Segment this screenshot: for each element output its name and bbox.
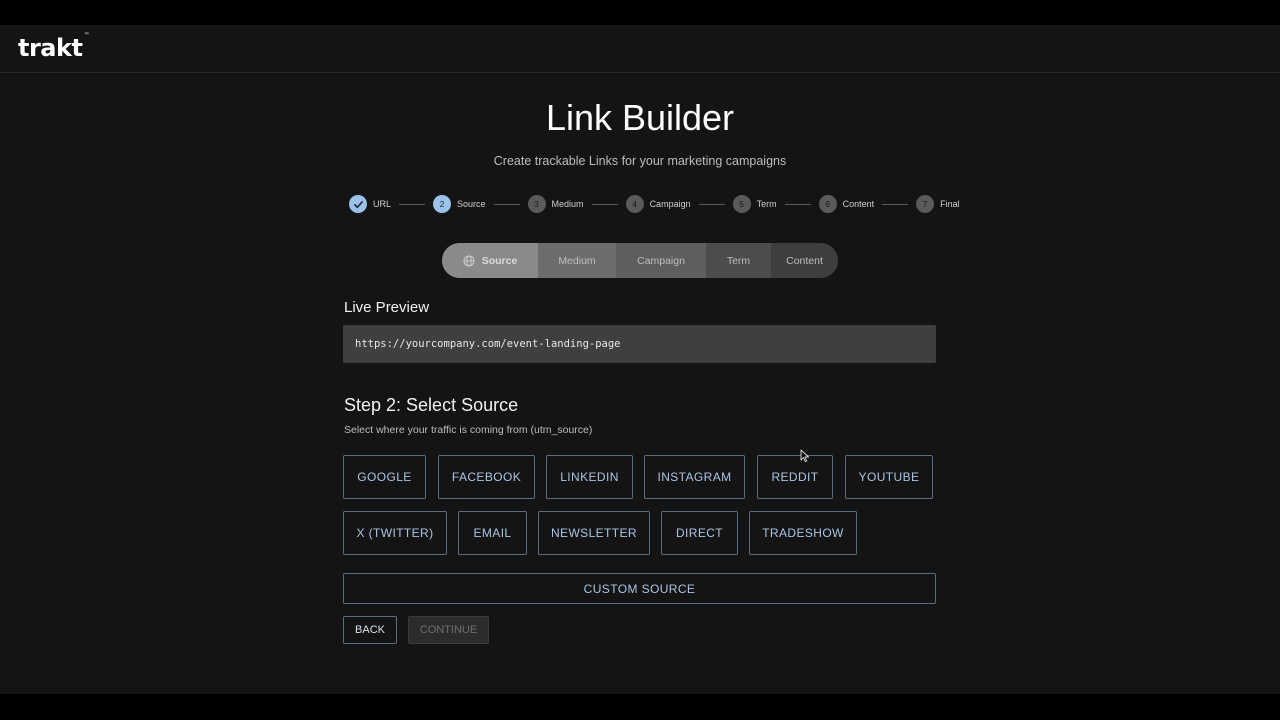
step-campaign[interactable]: 4 Campaign	[625, 195, 691, 213]
app-window: trakt™ Link Builder Create trackable Lin…	[0, 25, 1280, 694]
live-preview-url: https://yourcompany.com/event-landing-pa…	[343, 325, 936, 363]
brand-logo[interactable]: trakt™	[18, 32, 90, 62]
page-title: Link Builder	[545, 97, 735, 138]
progress-stepper: URL 2 Source 3 Medium 4 Campaign 5 Term …	[349, 195, 960, 213]
step-number: 5	[732, 195, 751, 213]
step-number: 4	[625, 195, 644, 213]
step-connector	[493, 203, 520, 205]
tab-content[interactable]: Content	[771, 243, 838, 278]
step-number: 2	[433, 195, 452, 213]
step-label: Final	[940, 199, 960, 209]
top-bar: trakt™	[0, 25, 1280, 73]
step-connector	[698, 203, 725, 205]
step-final[interactable]: 7 Final	[916, 195, 960, 213]
step-description: Select where your traffic is coming from…	[344, 424, 593, 436]
step-number: 7	[916, 195, 935, 213]
step-label: Content	[842, 199, 875, 209]
preview-url-text: https://yourcompany.com/event-landing-pa…	[355, 338, 621, 350]
tab-source[interactable]: Source	[442, 243, 538, 278]
mouse-cursor-icon	[800, 449, 810, 468]
source-option-google[interactable]: GOOGLE	[343, 455, 426, 499]
step-content[interactable]: 6 Content	[818, 195, 875, 213]
source-option-x-twitter[interactable]: X (TWITTER)	[343, 511, 447, 555]
page-subtitle: Create trackable Links for your marketin…	[493, 154, 787, 168]
step-label: Campaign	[649, 199, 691, 209]
continue-button[interactable]: CONTINUE	[408, 616, 489, 644]
source-option-newsletter[interactable]: NEWSLETTER	[538, 511, 650, 555]
step-number: 6	[818, 195, 837, 213]
tab-label: Medium	[558, 254, 596, 267]
step-medium[interactable]: 3 Medium	[527, 195, 584, 213]
tab-label: Term	[726, 254, 751, 267]
check-icon	[349, 195, 367, 213]
step-connector	[784, 203, 811, 205]
step-source[interactable]: 2 Source	[433, 195, 486, 213]
source-option-instagram[interactable]: INSTAGRAM	[644, 455, 745, 499]
source-option-tradeshow[interactable]: TRADESHOW	[749, 511, 857, 555]
step-label: Medium	[551, 199, 584, 209]
utm-tab-bar: Source Medium Campaign Term Content	[442, 243, 838, 278]
tab-label: Source	[481, 254, 518, 267]
step-label: URL	[373, 199, 392, 209]
step-label: Term	[756, 199, 777, 209]
step-connector	[591, 203, 618, 205]
live-preview-heading: Live Preview	[344, 299, 430, 316]
step-connector	[882, 203, 909, 205]
tab-label: Content	[786, 254, 823, 267]
globe-icon	[463, 255, 475, 267]
source-option-email[interactable]: EMAIL	[458, 511, 527, 555]
source-option-reddit[interactable]: REDDIT	[757, 455, 833, 499]
step-label: Source	[457, 199, 486, 209]
custom-source-button[interactable]: CUSTOM SOURCE	[343, 573, 936, 604]
tab-medium[interactable]: Medium	[538, 243, 616, 278]
back-button[interactable]: BACK	[343, 616, 397, 644]
source-option-linkedin[interactable]: LINKEDIN	[546, 455, 633, 499]
brand-logo-text: trakt	[18, 34, 83, 62]
tab-term[interactable]: Term	[706, 243, 771, 278]
step-term[interactable]: 5 Term	[732, 195, 777, 213]
step-connector	[399, 203, 426, 205]
source-option-direct[interactable]: DIRECT	[661, 511, 738, 555]
tab-campaign[interactable]: Campaign	[616, 243, 706, 278]
source-option-youtube[interactable]: YOUTUBE	[845, 455, 933, 499]
brand-logo-trademark: ™	[83, 32, 90, 39]
source-option-facebook[interactable]: FACEBOOK	[438, 455, 535, 499]
step-url[interactable]: URL	[349, 195, 391, 213]
tab-label: Campaign	[637, 254, 685, 267]
step-number: 3	[527, 195, 546, 213]
step-title: Step 2: Select Source	[344, 395, 519, 415]
